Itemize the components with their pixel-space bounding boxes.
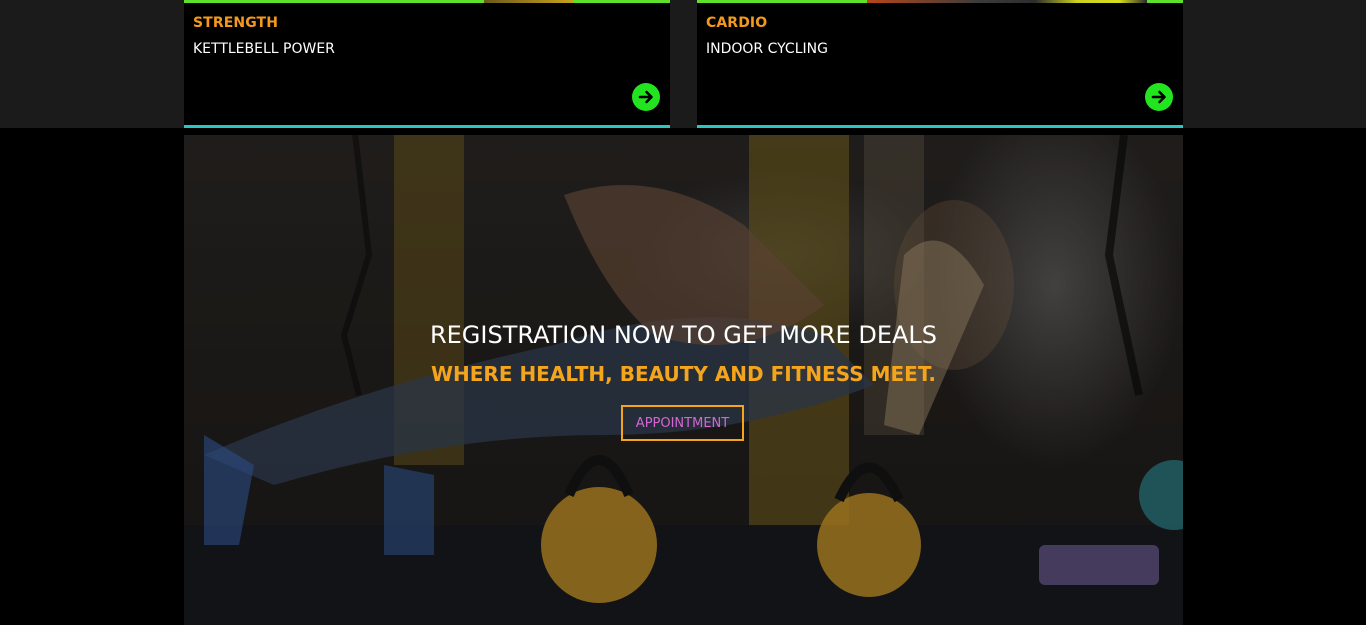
card-image-strip xyxy=(867,0,1147,3)
promo-banner: REGISTRATION NOW TO GET MORE DEALS WHERE… xyxy=(184,135,1183,625)
arrow-right-circle-icon[interactable] xyxy=(632,83,660,111)
class-category: CARDIO xyxy=(706,15,768,31)
banner-subheadline: WHERE HEALTH, BEAUTY AND FITNESS MEET. xyxy=(430,362,937,386)
appointment-button[interactable]: APPOINTMENT xyxy=(621,405,744,441)
arrow-right-circle-icon[interactable] xyxy=(1145,83,1173,111)
class-card-strength[interactable]: STRENGTH KETTLEBELL POWER xyxy=(184,0,670,128)
banner-headline: REGISTRATION NOW TO GET MORE DEALS xyxy=(429,321,938,349)
class-category: STRENGTH xyxy=(193,15,279,31)
class-card-cardio[interactable]: CARDIO INDOOR CYCLING xyxy=(697,0,1183,128)
class-title: KETTLEBELL POWER xyxy=(193,41,335,57)
class-title: INDOOR CYCLING xyxy=(706,41,828,57)
card-image-strip xyxy=(484,0,574,3)
